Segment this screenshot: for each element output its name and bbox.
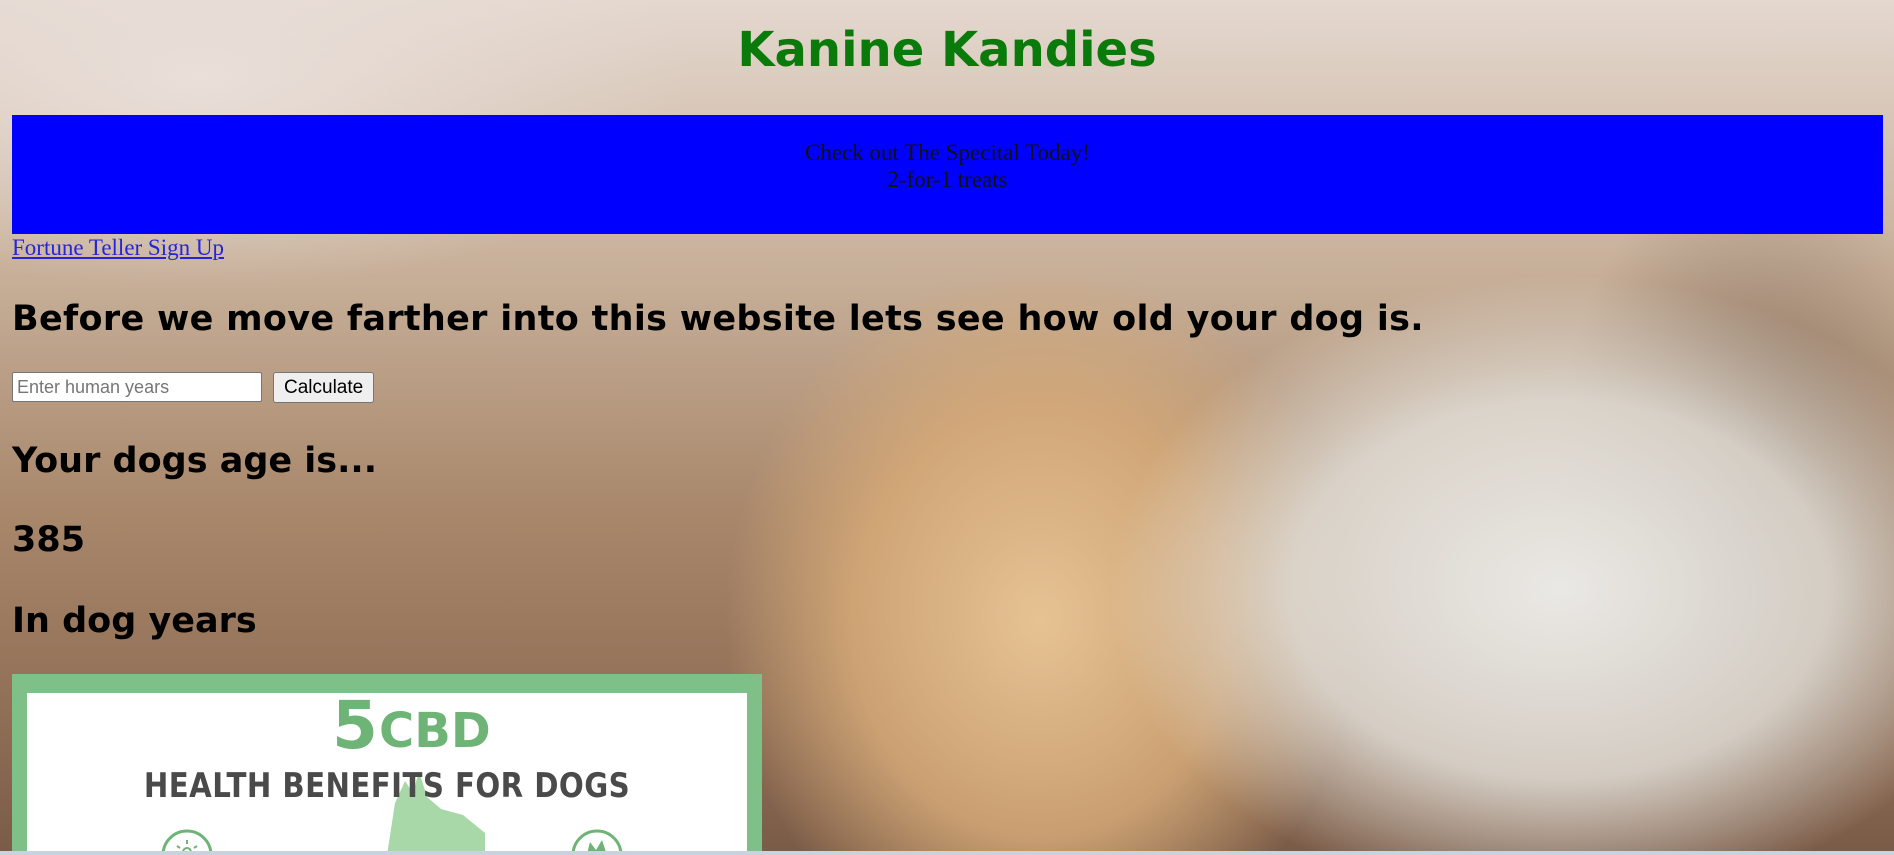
human-years-input[interactable] <box>12 372 262 402</box>
intro-heading: Before we move farther into this website… <box>12 299 1424 339</box>
result-value: 385 <box>12 520 86 560</box>
promo-card: 5 CBD HEALTH BENEFITS FOR DOGS <box>27 693 747 855</box>
banner-line-offer: 2-for-1 treats <box>887 167 1008 192</box>
cbd-promo-image: 5 CBD HEALTH BENEFITS FOR DOGS <box>12 674 762 855</box>
fortune-teller-link[interactable]: Fortune Teller Sign Up <box>12 235 224 261</box>
promo-headline: HEALTH BENEFITS FOR DOGS <box>143 766 631 806</box>
banner-line-special: Check out The Specital Today! <box>805 140 1090 165</box>
page-title: Kanine Kandies <box>737 22 1157 78</box>
result-label: Your dogs age is... <box>12 441 378 481</box>
viewport-bottom-border <box>0 851 1894 855</box>
result-suffix: In dog years <box>12 601 257 641</box>
special-banner: Check out The Specital Today! 2-for-1 tr… <box>12 115 1883 234</box>
promo-brand: CBD <box>379 703 491 759</box>
calculate-button[interactable]: Calculate <box>273 372 375 403</box>
promo-number: 5 <box>332 693 378 764</box>
